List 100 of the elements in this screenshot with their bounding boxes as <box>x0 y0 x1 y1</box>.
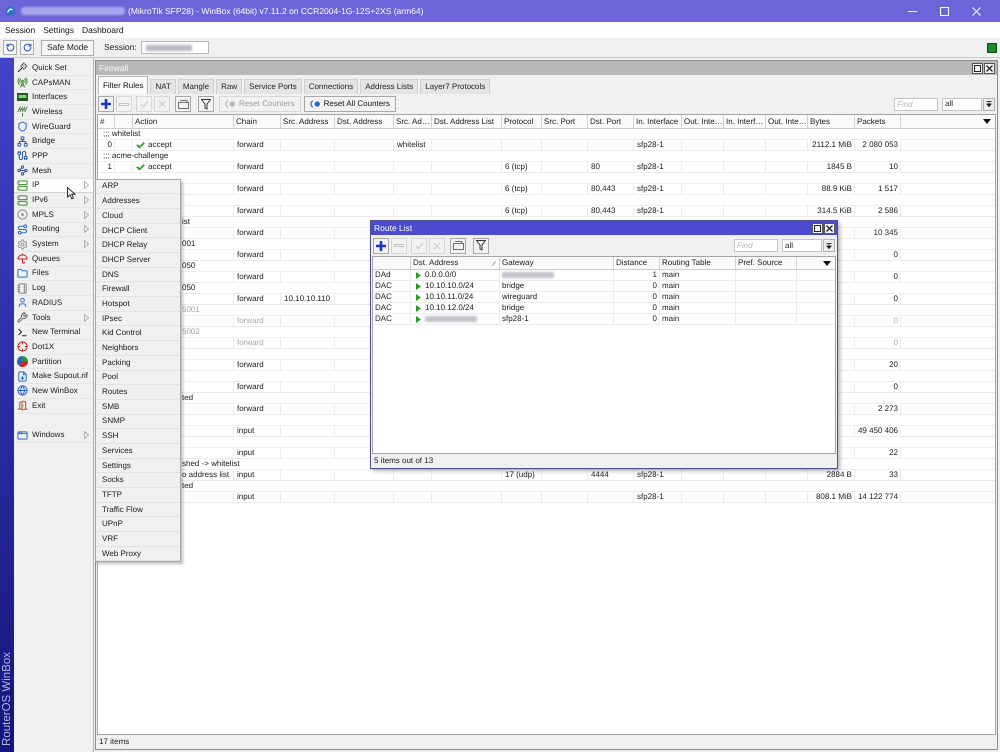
filter-button[interactable] <box>473 238 489 254</box>
filter-button[interactable] <box>198 96 214 112</box>
sidebar-item[interactable]: Queues <box>14 252 93 267</box>
menu-item[interactable]: VRF <box>96 532 180 547</box>
dropdown-arrow-icon[interactable] <box>823 260 831 266</box>
add-button[interactable] <box>373 238 389 254</box>
menu-item[interactable]: Firewall <box>96 282 180 298</box>
sidebar-item[interactable]: IP <box>14 178 93 194</box>
column-header[interactable]: Dst. Port <box>588 115 634 128</box>
maximize-button[interactable] <box>972 62 983 74</box>
column-header[interactable]: Pref. Source <box>736 257 797 269</box>
menu-item[interactable]: Services <box>96 444 180 459</box>
column-header[interactable]: Routing Table <box>660 257 736 269</box>
sidebar-item[interactable]: Wireless <box>14 105 93 120</box>
menu-item[interactable]: Web Proxy <box>96 546 180 562</box>
dropdown-button[interactable] <box>823 239 835 252</box>
menu-item[interactable]: SMB <box>96 400 180 415</box>
column-header[interactable]: Src. Ad… <box>394 115 432 128</box>
dropdown-arrow-icon[interactable] <box>983 119 991 124</box>
column-header[interactable]: Protocol <box>502 115 542 128</box>
menu-item[interactable]: Socks <box>96 473 180 488</box>
column-header[interactable]: Gateway <box>500 257 614 269</box>
comment-button[interactable] <box>175 96 191 112</box>
sidebar-item[interactable]: RADIUS <box>14 296 93 311</box>
tab[interactable]: Raw <box>216 79 242 94</box>
sidebar-item[interactable]: Log <box>14 281 93 296</box>
menu-item[interactable]: DHCP Relay <box>96 238 180 254</box>
tab[interactable]: Service Ports <box>244 79 302 94</box>
sidebar-item[interactable]: Files <box>14 266 93 282</box>
menu-item[interactable]: Session <box>1 23 40 37</box>
safe-mode-button[interactable]: Safe Mode <box>41 40 94 56</box>
column-header[interactable]: Bytes <box>808 115 855 128</box>
menu-item[interactable]: Cloud <box>96 208 180 224</box>
column-header[interactable]: Dst. Address <box>335 115 394 128</box>
sidebar-item[interactable]: Exit <box>14 398 93 414</box>
sidebar-item[interactable]: Interfaces <box>14 90 93 106</box>
sidebar-item[interactable]: MPLS <box>14 208 93 223</box>
sidebar-item[interactable]: System <box>14 237 93 252</box>
menu-item[interactable]: Routes <box>96 385 180 400</box>
menu-item[interactable]: SNMP <box>96 414 180 430</box>
session-field[interactable] <box>140 41 209 54</box>
undo-button[interactable] <box>3 40 17 55</box>
find-field[interactable]: Find <box>734 239 778 252</box>
column-header[interactable]: In. Interf… <box>724 115 766 128</box>
tab[interactable]: Address Lists <box>360 79 418 94</box>
sidebar-item[interactable]: Windows <box>14 428 93 443</box>
close-button[interactable] <box>824 222 835 234</box>
tab[interactable]: Mangle <box>178 79 214 94</box>
menu-item[interactable]: TFTP <box>96 488 180 503</box>
menu-item[interactable]: Hotspot <box>96 297 180 312</box>
filter-select[interactable]: all <box>942 98 982 110</box>
column-header[interactable]: Action <box>133 115 234 128</box>
sidebar-item[interactable]: Partition <box>14 354 93 370</box>
menu-item[interactable]: SSH <box>96 429 180 444</box>
sidebar-item[interactable]: Tools <box>14 310 93 326</box>
menu-item[interactable]: Kid Control <box>96 326 180 342</box>
dropdown-button[interactable] <box>983 98 995 110</box>
tab[interactable]: NAT <box>150 79 176 94</box>
sidebar-item[interactable]: WireGuard <box>14 120 93 134</box>
sidebar-item[interactable]: New Terminal <box>14 325 93 340</box>
filter-select[interactable]: all <box>782 239 822 252</box>
tab[interactable]: Layer7 Protocols <box>420 79 490 94</box>
column-header[interactable]: Dst. Address <box>411 257 500 269</box>
sidebar-item[interactable]: PPP <box>14 149 93 164</box>
menu-item[interactable]: Settings <box>96 458 180 474</box>
column-header[interactable]: Dst. Address List <box>432 115 502 128</box>
column-header[interactable]: Src. Port <box>542 115 588 128</box>
sidebar-item[interactable]: CAPsMAN <box>14 76 93 90</box>
comment-button[interactable] <box>450 238 466 254</box>
column-header[interactable]: Out. Inte… <box>766 115 808 128</box>
tab[interactable]: Filter Rules <box>98 76 148 94</box>
menu-item[interactable]: Pool <box>96 370 180 386</box>
column-header[interactable]: # <box>98 115 115 128</box>
redo-button[interactable] <box>20 40 34 55</box>
sidebar-item[interactable]: Quick Set <box>14 61 93 76</box>
find-field[interactable]: Find <box>894 98 938 110</box>
menu-item[interactable]: UPnP <box>96 517 180 532</box>
menu-item[interactable]: DNS <box>96 268 180 282</box>
sidebar-item[interactable]: Routing <box>14 222 93 238</box>
toolbar-button[interactable]: Reset All Counters <box>304 96 396 112</box>
menu-item[interactable]: IPsec <box>96 312 180 326</box>
menu-item[interactable]: Addresses <box>96 194 180 209</box>
column-header[interactable]: In. Interface <box>634 115 682 128</box>
maximize-button[interactable] <box>812 222 823 234</box>
menu-item[interactable]: Settings <box>39 23 78 37</box>
menu-item[interactable]: Dashboard <box>78 23 128 37</box>
sidebar-item[interactable]: Bridge <box>14 134 93 150</box>
column-header[interactable]: Chain <box>234 115 281 128</box>
menu-item[interactable]: DHCP Client <box>96 224 180 238</box>
column-header[interactable]: Out. Inte… <box>682 115 724 128</box>
menu-item[interactable]: Neighbors <box>96 341 180 356</box>
add-button[interactable] <box>98 96 114 112</box>
sidebar-item[interactable]: New WinBox <box>14 384 93 399</box>
menu-item[interactable]: ARP <box>96 180 180 194</box>
menu-item[interactable]: Traffic Flow <box>96 502 180 518</box>
sidebar-item[interactable]: Make Supout.rif <box>14 369 93 384</box>
column-header[interactable]: Packets <box>855 115 901 128</box>
close-button[interactable] <box>984 62 995 74</box>
tab[interactable]: Connections <box>304 79 358 94</box>
menu-item[interactable]: Packing <box>96 356 180 371</box>
